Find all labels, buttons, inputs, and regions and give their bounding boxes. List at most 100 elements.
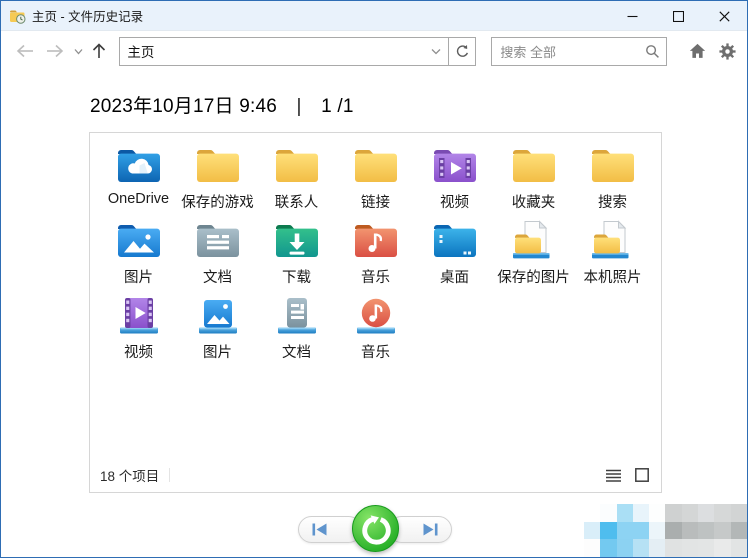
search-box[interactable]: 搜索 全部 xyxy=(491,37,667,66)
close-button[interactable] xyxy=(701,1,747,31)
search-icon xyxy=(645,44,660,59)
watermark-pixel xyxy=(714,522,730,540)
recent-locations-button[interactable] xyxy=(71,38,86,64)
folder-icon xyxy=(352,141,400,189)
address-dropdown-button[interactable] xyxy=(424,38,448,65)
watermark-pixel xyxy=(698,539,714,557)
item-label: 音乐 xyxy=(361,266,390,287)
status-bar: 18 个项目 xyxy=(100,465,652,485)
grid-item-8[interactable]: 图片 xyxy=(99,216,178,291)
thumbnail-view-icon xyxy=(635,468,649,482)
grid-item-10[interactable]: 下载 xyxy=(257,216,336,291)
folder-icon xyxy=(194,141,242,189)
item-label: 视频 xyxy=(440,191,469,212)
minimize-icon xyxy=(627,11,638,22)
music-folder-icon xyxy=(352,216,400,264)
grid-item-9[interactable]: 文档 xyxy=(178,216,257,291)
watermark-pixel xyxy=(617,522,633,540)
search-placeholder: 搜索 全部 xyxy=(492,42,638,61)
toolbar: 主页 搜索 全部 xyxy=(1,31,747,71)
page-indicator: 1 /1 xyxy=(321,96,354,117)
previous-icon xyxy=(312,523,327,536)
documents-library-icon xyxy=(273,291,321,339)
item-label: 图片 xyxy=(203,341,232,362)
grid-item-14[interactable]: 本机照片 xyxy=(573,216,652,291)
watermark-pixel xyxy=(649,504,665,522)
back-button[interactable] xyxy=(13,38,37,64)
forward-button[interactable] xyxy=(43,38,67,64)
next-icon xyxy=(423,523,438,536)
settings-button[interactable] xyxy=(715,38,739,64)
home-button[interactable] xyxy=(685,38,709,64)
grid-item-5[interactable]: 视频 xyxy=(415,141,494,216)
watermark-pixel xyxy=(665,539,681,557)
search-button[interactable] xyxy=(638,38,666,65)
backup-date-header: 2023年10月17日 9:46 | 1 /1 xyxy=(90,91,354,118)
grid-item-13[interactable]: 保存的图片 xyxy=(494,216,573,291)
videos-library-icon xyxy=(115,291,163,339)
address-bar[interactable]: 主页 xyxy=(119,37,449,66)
grid-item-15[interactable]: 视频 xyxy=(99,291,178,366)
onedrive-folder-icon xyxy=(115,141,163,189)
grid-item-18[interactable]: 音乐 xyxy=(336,291,415,366)
back-arrow-icon xyxy=(15,43,35,59)
watermark-pixel xyxy=(633,522,649,540)
item-label: 文档 xyxy=(282,341,311,362)
maximize-button[interactable] xyxy=(655,1,701,31)
grid-item-4[interactable]: 链接 xyxy=(336,141,415,216)
home-icon xyxy=(689,43,706,59)
item-label: 保存的图片 xyxy=(497,266,570,287)
grid-item-12[interactable]: 桌面 xyxy=(415,216,494,291)
details-view-button[interactable] xyxy=(603,465,623,485)
grid-item-3[interactable]: 联系人 xyxy=(257,141,336,216)
window-controls xyxy=(609,1,747,31)
watermark-pixel xyxy=(698,504,714,522)
watermark-pixel xyxy=(698,522,714,540)
watermark-pixel xyxy=(665,522,681,540)
watermark-pixel xyxy=(731,539,747,557)
camera-roll-folder-icon xyxy=(589,216,637,264)
restore-button[interactable] xyxy=(352,505,399,552)
item-label: 图片 xyxy=(124,266,153,287)
item-label: 联系人 xyxy=(275,191,319,212)
music-library-icon xyxy=(352,291,400,339)
grid-item-7[interactable]: 搜索 xyxy=(573,141,652,216)
watermark-pixel xyxy=(665,504,681,522)
large-icons-view-button[interactable] xyxy=(632,465,652,485)
window-title: 主页 - 文件历史记录 xyxy=(32,6,143,25)
item-label: 音乐 xyxy=(361,341,390,362)
watermark-pixel xyxy=(584,504,600,522)
item-label: 链接 xyxy=(361,191,390,212)
watermark-pixel xyxy=(617,504,633,522)
item-label: 视频 xyxy=(124,341,153,362)
item-label: 文档 xyxy=(203,266,232,287)
item-label: 搜索 xyxy=(598,191,627,212)
pictures-library-icon xyxy=(194,291,242,339)
grid-item-2[interactable]: 保存的游戏 xyxy=(178,141,257,216)
folder-grid: OneDrive 保存的游戏 联系人 链接 视频 收藏夹 搜索 图片 文档 xyxy=(99,141,652,366)
grid-item-16[interactable]: 图片 xyxy=(178,291,257,366)
grid-item-11[interactable]: 音乐 xyxy=(336,216,415,291)
file-history-window: 主页 - 文件历史记录 主页 xyxy=(0,0,748,558)
documents-folder-icon xyxy=(194,216,242,264)
folder-icon xyxy=(273,141,321,189)
watermark-pixel xyxy=(731,504,747,522)
grid-item-6[interactable]: 收藏夹 xyxy=(494,141,573,216)
view-toggle-group xyxy=(603,465,652,485)
watermark-pixel xyxy=(682,504,698,522)
watermark-pixel xyxy=(682,539,698,557)
gear-icon xyxy=(719,43,736,60)
refresh-button[interactable] xyxy=(448,37,476,66)
item-label: 本机照片 xyxy=(584,266,642,287)
watermark-pixel xyxy=(584,539,600,557)
minimize-button[interactable] xyxy=(609,1,655,31)
item-label: 收藏夹 xyxy=(512,191,556,212)
item-label: 桌面 xyxy=(440,266,469,287)
grid-item-17[interactable]: 文档 xyxy=(257,291,336,366)
grid-item-1[interactable]: OneDrive xyxy=(99,141,178,216)
watermark-pixel xyxy=(633,504,649,522)
up-button[interactable] xyxy=(88,38,112,64)
backup-date: 2023年10月17日 9:46 xyxy=(90,96,277,117)
watermark-pixel xyxy=(617,539,633,557)
downloads-folder-icon xyxy=(273,216,321,264)
